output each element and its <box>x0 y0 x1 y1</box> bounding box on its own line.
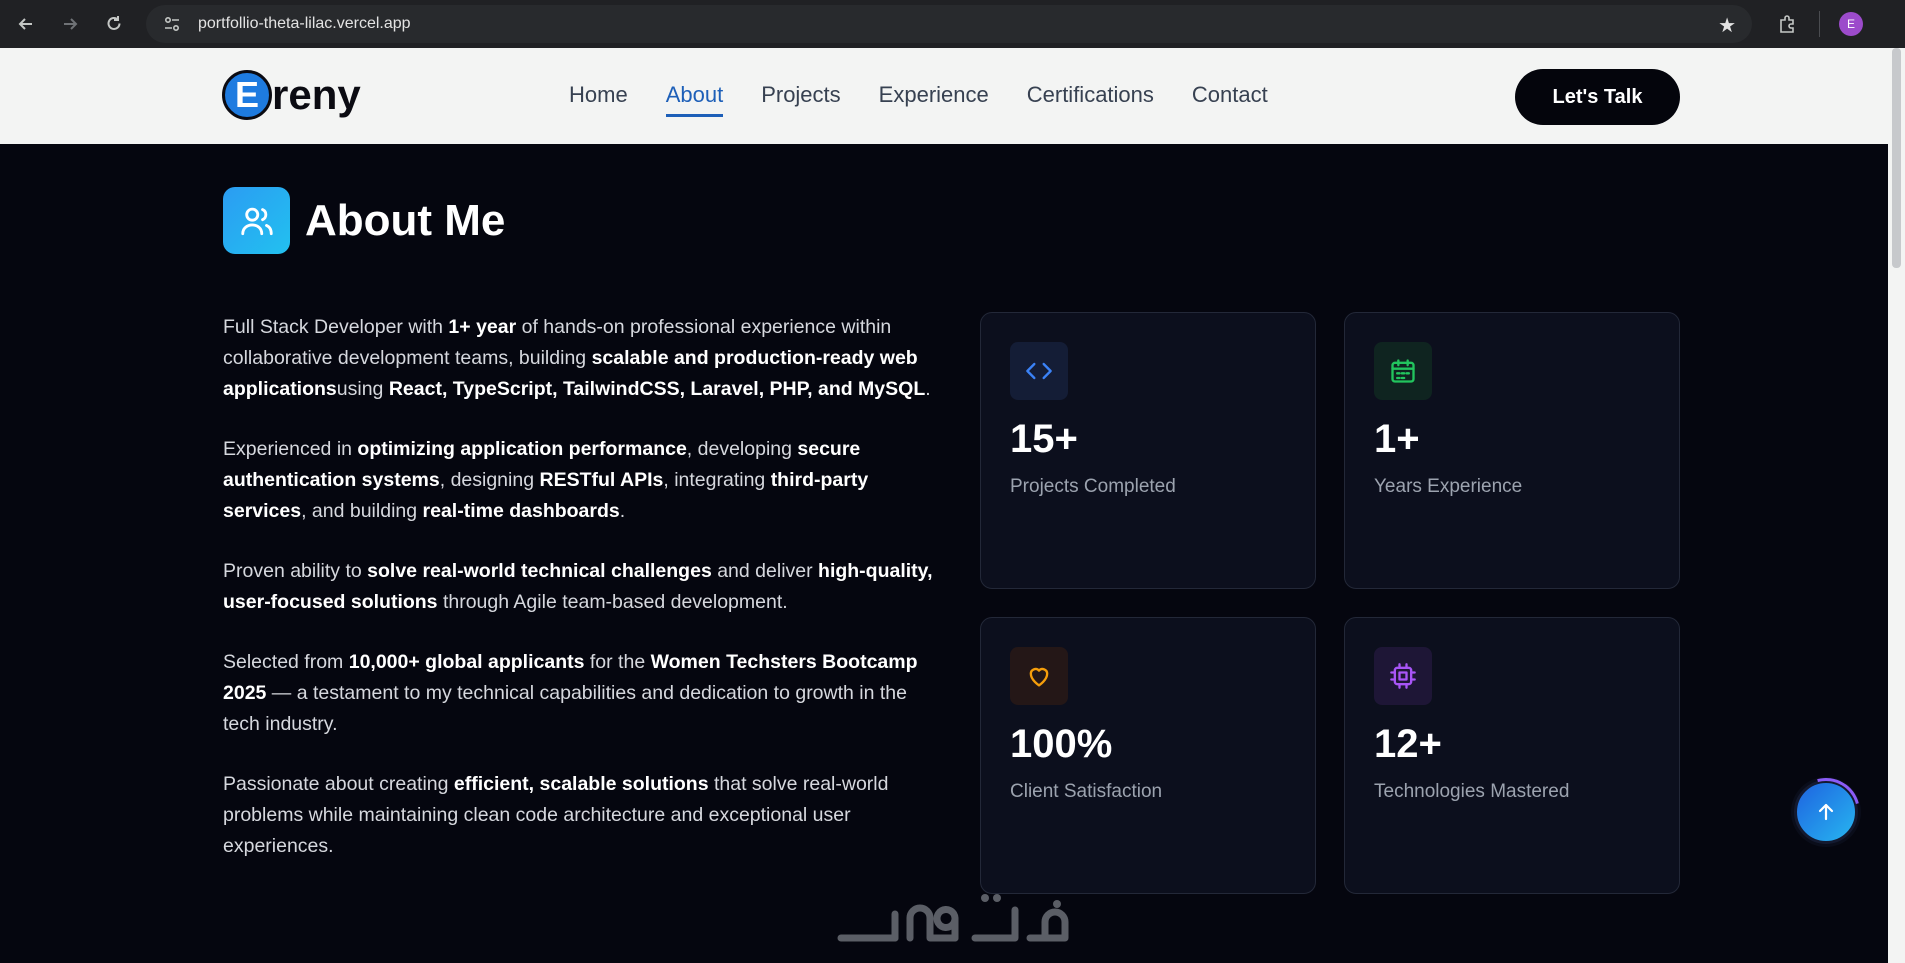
stat-card-technologies: 12+ Technologies Mastered <box>1344 617 1680 894</box>
body-text: — a testament to my technical capabiliti… <box>223 682 907 735</box>
stat-label: Client Satisfaction <box>1010 781 1163 802</box>
about-description: Full Stack Developer with 1+ year of han… <box>223 312 938 891</box>
stat-value: 15+ <box>1010 417 1078 461</box>
extensions-icon[interactable] <box>1770 7 1804 41</box>
watermark-logo <box>837 894 1069 942</box>
url-text[interactable]: portfollio-theta-lilac.vercel.app <box>198 15 411 33</box>
stat-card-experience: 1+ Years Experience <box>1344 312 1680 589</box>
stat-value: 100% <box>1010 722 1113 766</box>
page-title: About Me <box>305 195 506 245</box>
toolbar-divider <box>1819 11 1820 37</box>
body-text: and deliver <box>711 560 819 582</box>
stat-value: 1+ <box>1374 417 1420 461</box>
body-text: , designing <box>439 469 540 491</box>
nav-projects[interactable]: Projects <box>761 82 840 117</box>
scrollbar-thumb[interactable] <box>1892 48 1901 268</box>
body-text: , developing <box>686 438 798 460</box>
code-icon <box>1010 342 1068 400</box>
about-paragraph: Selected from 10,000+ global applicants … <box>223 647 938 740</box>
stat-value: 12+ <box>1374 722 1442 766</box>
body-text: through Agile team-based development. <box>437 591 788 613</box>
emphasis-text: real-time dashboards <box>422 500 620 522</box>
stat-card-projects: 15+ Projects Completed <box>980 312 1316 589</box>
scroll-to-top-button[interactable] <box>1779 765 1873 859</box>
body-text: Proven ability to <box>223 560 368 582</box>
body-text: , and building <box>301 500 423 522</box>
section-heading: About Me <box>223 187 505 254</box>
site-logo[interactable]: E reny <box>222 70 361 120</box>
about-paragraph: Experienced in optimizing application pe… <box>223 434 938 527</box>
emphasis-text: RESTful APIs <box>539 469 664 491</box>
heart-icon <box>1010 647 1068 705</box>
about-paragraph: Proven ability to solve real-world techn… <box>223 556 938 618</box>
site-header: E reny Home About Projects Experience Ce… <box>0 48 1905 144</box>
reload-icon[interactable] <box>92 4 136 44</box>
body-text: . <box>619 500 626 522</box>
bookmark-star-icon[interactable]: ★ <box>1718 13 1736 38</box>
users-icon <box>223 187 290 254</box>
emphasis-text: efficient, scalable solutions <box>453 773 709 795</box>
forward-icon[interactable] <box>48 4 92 44</box>
body-text: Full Stack Developer with <box>223 316 449 338</box>
address-bar[interactable]: portfollio-theta-lilac.vercel.app ★ <box>146 5 1752 43</box>
nav-contact[interactable]: Contact <box>1192 82 1268 117</box>
about-paragraph: Full Stack Developer with 1+ year of han… <box>223 312 938 405</box>
stat-card-satisfaction: 100% Client Satisfaction <box>980 617 1316 894</box>
back-icon[interactable] <box>4 4 48 44</box>
nav-home[interactable]: Home <box>569 82 628 117</box>
scroll-progress-ring <box>1779 765 1873 859</box>
emphasis-text: React, TypeScript, TailwindCSS, Laravel,… <box>388 378 926 400</box>
logo-mark: E <box>222 70 272 120</box>
about-paragraph: Passionate about creating efficient, sca… <box>223 769 938 862</box>
stat-label: Technologies Mastered <box>1374 781 1570 802</box>
browser-toolbar: portfollio-theta-lilac.vercel.app ★ E <box>0 0 1905 48</box>
logo-text: reny <box>272 71 361 118</box>
body-text: Passionate about creating <box>223 773 454 795</box>
emphasis-text: 1+ year <box>448 316 517 338</box>
emphasis-text: 10,000+ global applicants <box>348 651 585 673</box>
emphasis-text: solve real-world technical challenges <box>367 560 712 582</box>
body-text: . <box>925 378 931 400</box>
nav-certifications[interactable]: Certifications <box>1027 82 1154 117</box>
cpu-icon <box>1374 647 1432 705</box>
site-info-icon[interactable] <box>156 15 188 33</box>
body-text: using <box>336 378 389 400</box>
page-scrollbar[interactable] <box>1888 48 1905 963</box>
profile-avatar[interactable]: E <box>1839 12 1863 36</box>
calendar-icon <box>1374 342 1432 400</box>
stat-label: Years Experience <box>1374 476 1523 497</box>
body-text: Selected from <box>223 651 349 673</box>
body-text: for the <box>584 651 651 673</box>
body-text: Experienced in <box>223 438 358 460</box>
main-nav: Home About Projects Experience Certifica… <box>569 82 1306 117</box>
stat-label: Projects Completed <box>1010 476 1176 497</box>
nav-about[interactable]: About <box>665 82 724 117</box>
emphasis-text: optimizing application performance <box>357 438 687 460</box>
lets-talk-button[interactable]: Let's Talk <box>1515 69 1680 125</box>
nav-experience[interactable]: Experience <box>879 82 989 117</box>
body-text: , integrating <box>663 469 771 491</box>
